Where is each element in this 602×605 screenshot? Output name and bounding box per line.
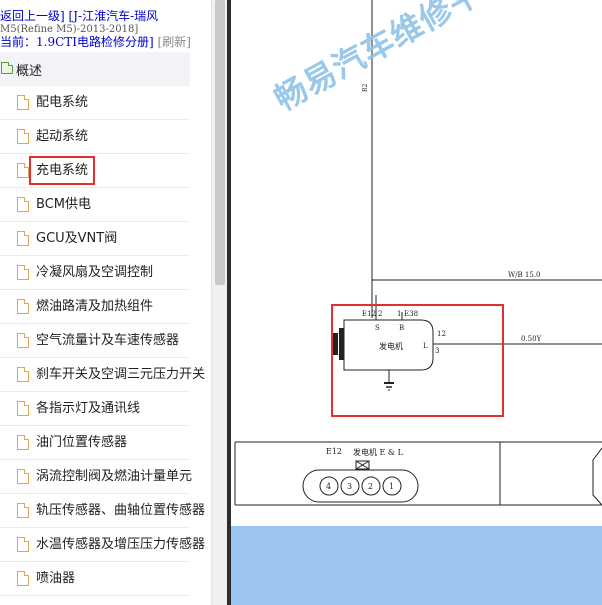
folder-icon: [1, 61, 13, 74]
pin-s: S: [375, 324, 380, 332]
wire-label-05y: 0.50Y: [521, 335, 542, 343]
document-icon: [17, 469, 29, 484]
pin-12: 12: [437, 330, 446, 338]
pin-e38: E38: [404, 310, 418, 318]
tree-item[interactable]: 充电系统: [0, 154, 190, 188]
tree-item-label: BCM供电: [36, 197, 91, 212]
refresh-link[interactable]: [刷新]: [158, 35, 191, 49]
tree-item[interactable]: 配电系统: [0, 86, 190, 120]
conn-id: E12: [326, 447, 342, 456]
document-icon: [17, 299, 29, 314]
document-icon: [17, 503, 29, 518]
model-link[interactable]: [J-江淮汽车-瑞风: [69, 10, 159, 23]
document-icon: [17, 197, 29, 212]
current-value[interactable]: 1.9CTI电路检修分册]: [36, 35, 154, 49]
tree-list: 概述 配电系统起动系统充电系统 BCM供电 GCU及VNT阀冷凝风扇及空调控制 燃油路…: [0, 52, 205, 596]
tree-item-label: 配电系统: [36, 95, 89, 110]
pin-e12: E12: [362, 310, 376, 318]
wire-label-wb: W/B 15.0: [508, 271, 541, 279]
tree-item-label: 油门位置传感器: [36, 435, 128, 450]
document-icon: [17, 571, 29, 586]
scrollbar-thumb[interactable]: [215, 0, 225, 285]
tree-item-label: 冷凝风扇及空调控制: [36, 265, 154, 280]
tree-item-label: GCU及VNT阀: [36, 231, 118, 246]
pin-3: 3: [435, 347, 439, 355]
tree-item-label: 轨压传感器、曲轴位置传感器: [36, 503, 206, 518]
tree-root[interactable]: 概述: [0, 52, 190, 86]
tree-root-label: 概述: [16, 63, 43, 79]
tree-item[interactable]: BCM供电: [0, 188, 190, 222]
connector-pin-label: 4: [326, 482, 331, 491]
pin-2: 2: [378, 310, 382, 318]
tree-item[interactable]: 各指示灯及通讯线: [0, 392, 190, 426]
breadcrumb: 返回上一级] [J-江淮汽车-瑞风 M5(Refine M5)-2013-201…: [0, 10, 210, 49]
generator-label: 发电机: [379, 341, 403, 351]
left-panel: 返回上一级] [J-江淮汽车-瑞风 M5(Refine M5)-2013-201…: [0, 0, 211, 605]
tree-item[interactable]: 喷油器: [0, 562, 190, 596]
tree-item[interactable]: 燃油路清及加热组件: [0, 290, 190, 324]
tree-item-label: 刹车开关及空调三元压力开关: [36, 367, 206, 382]
document-icon: [17, 367, 29, 382]
tree-item[interactable]: 刹车开关及空调三元压力开关: [0, 358, 205, 392]
connector-pin-label: 1: [389, 482, 394, 491]
highlight-box: [331, 304, 504, 417]
document-icon: [17, 129, 29, 144]
tree-item-label: 燃油路清及加热组件: [36, 299, 154, 314]
tree-item[interactable]: 起动系统: [0, 120, 190, 154]
pin-1: 1: [397, 310, 401, 318]
tree-item[interactable]: GCU及VNT阀: [0, 222, 190, 256]
wire-label-top: R2: [362, 83, 369, 92]
tree-item[interactable]: 空气流量计及车速传感器: [0, 324, 190, 358]
connector-pin-label: 2: [368, 482, 373, 491]
tree-item[interactable]: 轨压传感器、曲轴位置传感器: [0, 494, 205, 528]
document-icon: [17, 265, 29, 280]
tree-item-label: 空气流量计及车速传感器: [36, 333, 180, 348]
tree-item-label: 各指示灯及通讯线: [36, 401, 141, 416]
bottom-panel: [231, 526, 602, 605]
current-label: 当前：: [0, 35, 37, 49]
tree-item[interactable]: 油门位置传感器: [0, 426, 190, 460]
document-icon: [17, 333, 29, 348]
back-link[interactable]: 返回上一级]: [0, 10, 65, 23]
document-icon: [17, 435, 29, 450]
scrollbar[interactable]: [211, 0, 227, 605]
conn-title: 发电机 E & L: [353, 447, 404, 457]
pin-b: B: [399, 324, 404, 332]
document-icon: [17, 163, 29, 178]
tree-item[interactable]: 冷凝风扇及空调控制: [0, 256, 190, 290]
tree-item[interactable]: 水温传感器及增压压力传感器: [0, 528, 205, 562]
document-icon: [17, 231, 29, 246]
document-icon: [17, 95, 29, 110]
document-icon: [17, 401, 29, 416]
pin-l: L: [423, 342, 428, 350]
document-icon: [17, 537, 29, 552]
tree-item-label: 涡流控制阀及燃油计量单元: [36, 469, 193, 484]
tree-item-label: 充电系统: [28, 156, 96, 185]
tree-item-label: 水温传感器及增压压力传感器: [36, 537, 206, 552]
tree-item-label: 喷油器: [36, 571, 76, 586]
connector-pin-label: 3: [347, 482, 352, 491]
tree-item[interactable]: 涡流控制阀及燃油计量单元: [0, 460, 193, 494]
tree-item-label: 起动系统: [36, 129, 89, 144]
